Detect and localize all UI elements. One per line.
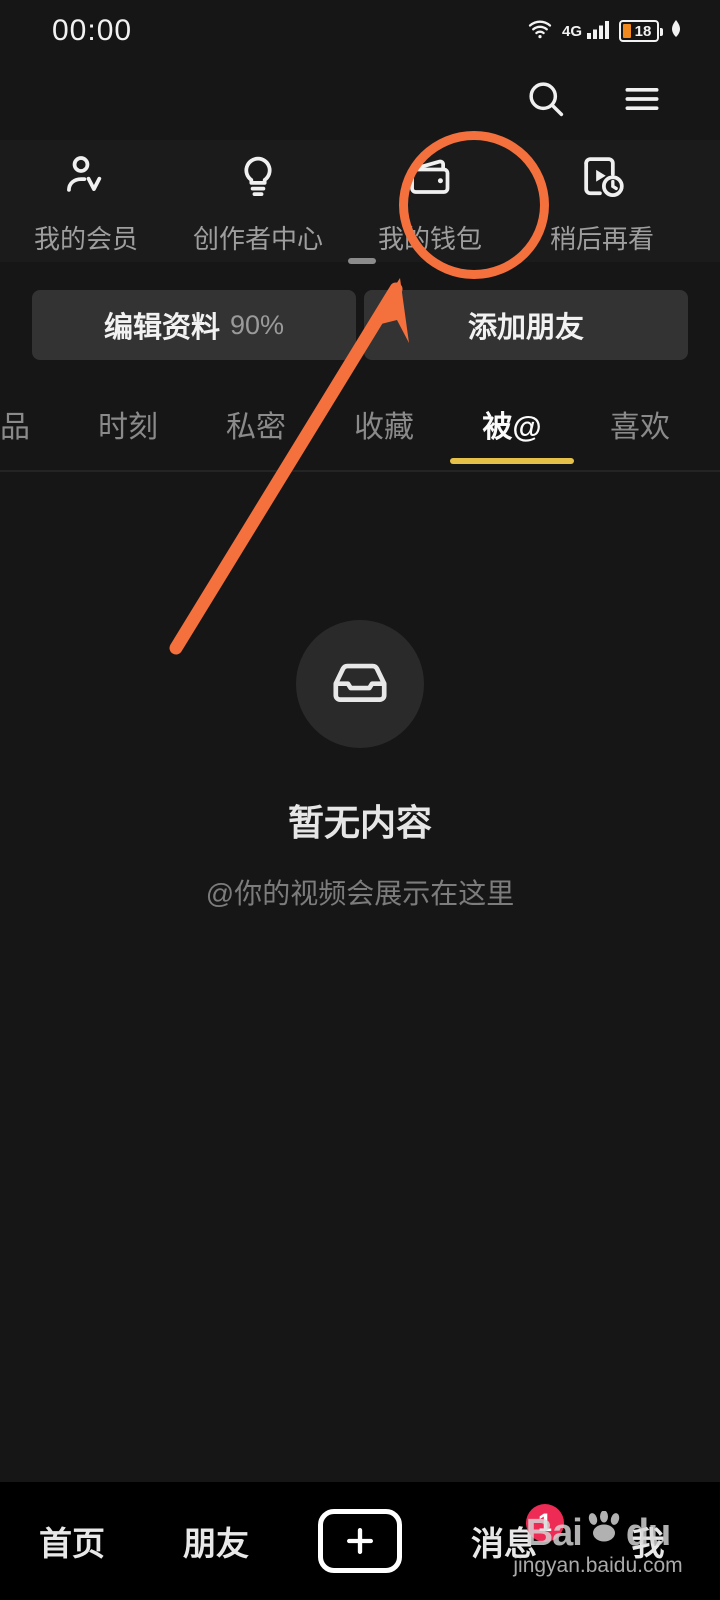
bottom-navigation: 首页 朋友 消息 1 我 [0, 1482, 720, 1600]
add-friend-label: 添加朋友 [467, 312, 584, 344]
inbox-tray-icon [327, 649, 393, 720]
tabs-divider [0, 470, 720, 472]
messages-badge: 1 [526, 1504, 564, 1542]
edit-profile-percent: 90% [229, 309, 285, 340]
add-friend-button[interactable]: 添加朋友 [364, 290, 688, 360]
tab-works[interactable]: 品 [0, 398, 64, 470]
status-icons: 4G 18 [525, 17, 686, 46]
quick-actions-row: 我的会员 创作者中心 我的钱包 稍后再看 [0, 140, 720, 262]
quick-action-creator-center[interactable]: 创作者中心 [172, 140, 344, 256]
wallet-icon [405, 152, 455, 207]
edit-profile-label: 编辑资料 [103, 312, 220, 344]
tab-label: 品 [0, 411, 30, 444]
member-person-icon [61, 152, 111, 207]
hamburger-menu-icon[interactable] [620, 77, 664, 126]
empty-state-title: 暂无内容 [287, 802, 432, 843]
watch-later-icon [577, 152, 627, 207]
quick-action-watch-later[interactable]: 稍后再看 [516, 140, 688, 256]
nav-item-create[interactable] [288, 1482, 432, 1600]
profile-action-buttons: 编辑资料 90% 添加朋友 [0, 290, 720, 360]
signal-icon [586, 17, 612, 46]
phone-screen: 00:00 4G 18 我的会员 创作者中心 我的钱包 稍后再看 编辑资料 90… [0, 0, 720, 1600]
tab-label: 喜欢 [610, 411, 670, 444]
tab-label: 私密 [226, 411, 286, 444]
tab-moments[interactable]: 时刻 [64, 398, 192, 470]
nav-label: 首页 [39, 1525, 105, 1562]
tab-likes[interactable]: 喜欢 [576, 398, 704, 470]
tab-private[interactable]: 私密 [192, 398, 320, 470]
tab-label: 被@ [482, 411, 542, 444]
create-plus-icon[interactable] [318, 1509, 402, 1573]
quick-action-label: 稍后再看 [549, 224, 654, 254]
nav-item-profile[interactable]: 我 [576, 1482, 720, 1600]
quick-action-label: 创作者中心 [192, 224, 323, 254]
quick-action-my-membership[interactable]: 我的会员 [0, 140, 172, 256]
edit-profile-button[interactable]: 编辑资料 90% [32, 290, 356, 360]
empty-state-subtitle: @你的视频会展示在这里 [205, 878, 515, 909]
network-type-label: 4G [561, 22, 582, 40]
quick-action-label: 我的钱包 [377, 224, 482, 254]
status-bar: 00:00 4G 18 [0, 0, 720, 62]
header-actions [0, 62, 720, 140]
tab-active-underline [450, 458, 574, 464]
search-icon[interactable] [524, 77, 568, 126]
tab-label: 收藏 [354, 411, 414, 444]
lightbulb-icon [233, 152, 283, 207]
wifi-icon [525, 17, 555, 46]
tab-label: 时刻 [98, 411, 158, 444]
nav-item-messages[interactable]: 消息 1 [432, 1482, 576, 1600]
content-tabs: 品 时刻 私密 收藏 被@ 喜欢 [0, 398, 720, 470]
empty-state: 暂无内容 @你的视频会展示在这里 [0, 620, 720, 912]
quick-action-my-wallet[interactable]: 我的钱包 [344, 140, 516, 256]
leaf-icon [666, 17, 686, 46]
nav-item-friends[interactable]: 朋友 [144, 1482, 288, 1600]
nav-item-home[interactable]: 首页 [0, 1482, 144, 1600]
tab-favorites[interactable]: 收藏 [320, 398, 448, 470]
nav-label: 我 [631, 1525, 665, 1562]
tab-mentioned[interactable]: 被@ [448, 398, 576, 470]
status-time: 00:00 [52, 14, 133, 47]
battery-icon: 18 [619, 20, 663, 42]
empty-state-icon-circle [296, 620, 424, 748]
panel-drag-handle[interactable] [348, 258, 376, 264]
nav-label: 朋友 [183, 1525, 249, 1562]
quick-action-label: 我的会员 [33, 224, 138, 254]
battery-level-label: 18 [634, 22, 652, 40]
